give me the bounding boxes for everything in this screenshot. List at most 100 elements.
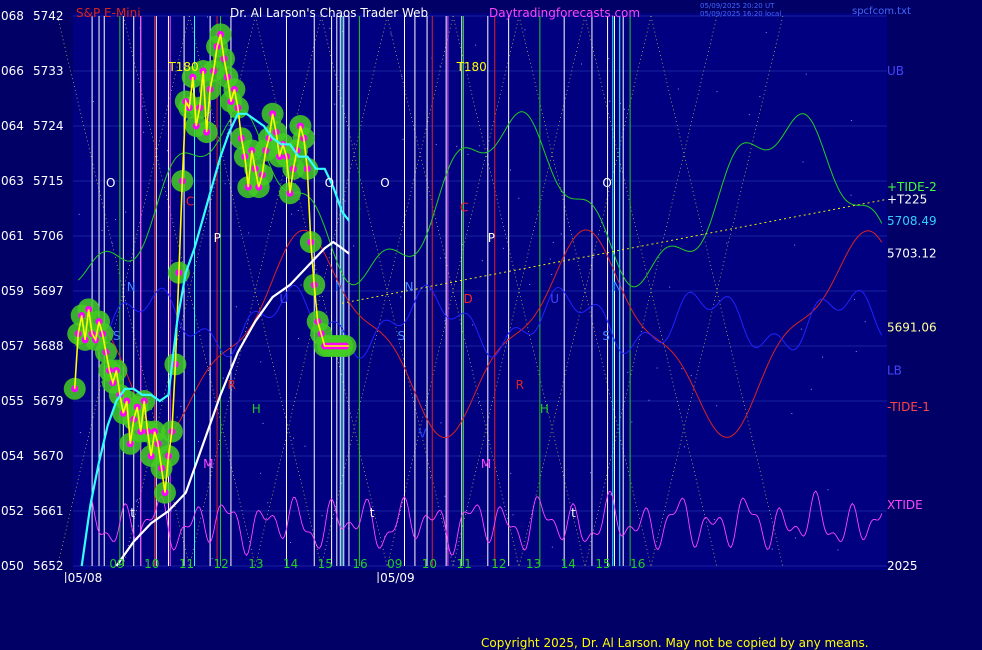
background-speck	[92, 100, 94, 102]
background-speck	[390, 33, 392, 35]
background-speck	[827, 489, 829, 491]
background-speck	[136, 499, 138, 501]
background-speck	[137, 525, 139, 527]
background-speck	[802, 161, 804, 163]
cycle-letter: N	[335, 280, 344, 294]
background-speck	[444, 495, 446, 497]
cycle-letter: t	[370, 506, 375, 520]
background-speck	[590, 472, 592, 474]
background-speck	[321, 515, 323, 517]
background-speck	[608, 58, 610, 60]
background-speck	[300, 284, 302, 286]
y-tick-label: 5652	[33, 559, 64, 573]
y-tick-code: 063	[1, 174, 24, 188]
cycle-letter: P	[214, 231, 221, 245]
background-speck	[260, 472, 262, 474]
background-speck	[400, 296, 402, 298]
background-speck	[401, 75, 403, 77]
right-label: -TIDE-1	[887, 400, 930, 414]
cycle-letter: M	[481, 457, 491, 471]
background-speck	[716, 91, 718, 93]
y-tick-label: 5742	[33, 9, 64, 23]
y-tick-code: 061	[1, 229, 24, 243]
background-speck	[726, 242, 728, 244]
background-speck	[524, 29, 526, 31]
background-speck	[631, 421, 633, 423]
header-instrument: S&P E-Mini	[76, 6, 141, 20]
background-speck	[669, 286, 671, 288]
cycle-letter: C	[460, 201, 468, 215]
y-tick-label: 5733	[33, 64, 64, 78]
background-speck	[472, 324, 474, 326]
background-speck	[551, 273, 553, 275]
y-tick-label: 5679	[33, 394, 64, 408]
background-speck	[609, 100, 611, 102]
background-speck	[681, 368, 683, 370]
background-speck	[435, 143, 437, 145]
x-tick-label: 10	[422, 557, 437, 571]
background-speck	[684, 446, 686, 448]
background-speck	[716, 405, 718, 407]
background-speck	[444, 320, 446, 322]
background-speck	[529, 283, 531, 285]
background-speck	[176, 416, 178, 418]
background-speck	[304, 445, 306, 447]
x-tick-label: 16	[352, 557, 367, 571]
background-speck	[235, 306, 237, 308]
right-label: +T225	[887, 192, 927, 206]
y-tick-code: 059	[1, 284, 24, 298]
x-tick-label: 16	[630, 557, 645, 571]
x-tick-label: 15	[318, 557, 333, 571]
background-speck	[552, 241, 554, 243]
background-speck	[439, 65, 441, 67]
cycle-letter: N	[405, 280, 414, 294]
cycle-letter: N	[127, 280, 136, 294]
background-speck	[260, 361, 262, 363]
background-speck	[166, 150, 168, 152]
background-speck	[115, 218, 117, 220]
cycle-letter: S	[113, 329, 121, 343]
y-tick-code: 052	[1, 504, 24, 518]
y-tick-code: 064	[1, 119, 24, 133]
background-speck	[549, 258, 551, 260]
background-speck	[456, 145, 458, 147]
y-tick-label: 5724	[33, 119, 64, 133]
cycle-letter: H	[540, 402, 549, 416]
cycle-letter: S	[398, 329, 406, 343]
background-speck	[224, 183, 226, 185]
background-speck	[198, 441, 200, 443]
y-tick-label: 5670	[33, 449, 64, 463]
background-speck	[293, 437, 295, 439]
y-tick-label: 5715	[33, 174, 64, 188]
cycle-letter: t	[130, 506, 135, 520]
background-speck	[603, 231, 605, 233]
background-speck	[759, 96, 761, 98]
background-speck	[329, 27, 331, 29]
right-label: LB	[887, 363, 902, 377]
background-speck	[850, 194, 852, 196]
background-speck	[467, 153, 469, 155]
chart: O O O O N N N N S S S P P U U R R H H M M V C C Dt t t T180 T180 068…	[0, 0, 982, 650]
x-tick-label: 15	[595, 557, 610, 571]
background-speck	[551, 546, 553, 548]
background-speck	[170, 510, 172, 512]
background-speck	[475, 44, 477, 46]
x-tick-label: 11	[457, 557, 472, 571]
cycle-letter: O	[380, 176, 389, 190]
background-speck	[439, 257, 441, 259]
cycle-letter: U	[280, 292, 289, 306]
background-speck	[794, 244, 796, 246]
background-speck	[297, 209, 299, 211]
background-speck	[509, 169, 511, 171]
cycle-letter: V	[418, 427, 427, 441]
background-speck	[430, 477, 432, 479]
header-domain[interactable]: Daytradingforecasts.com	[489, 6, 640, 20]
y-tick-label: 5661	[33, 504, 64, 518]
background-speck	[855, 351, 857, 353]
x-tick-label: 10	[144, 557, 159, 571]
background-speck	[78, 213, 80, 215]
background-speck	[125, 211, 127, 213]
date-label: 05/08	[68, 571, 103, 585]
background-speck	[248, 232, 250, 234]
right-label: 5708.49	[887, 214, 937, 228]
